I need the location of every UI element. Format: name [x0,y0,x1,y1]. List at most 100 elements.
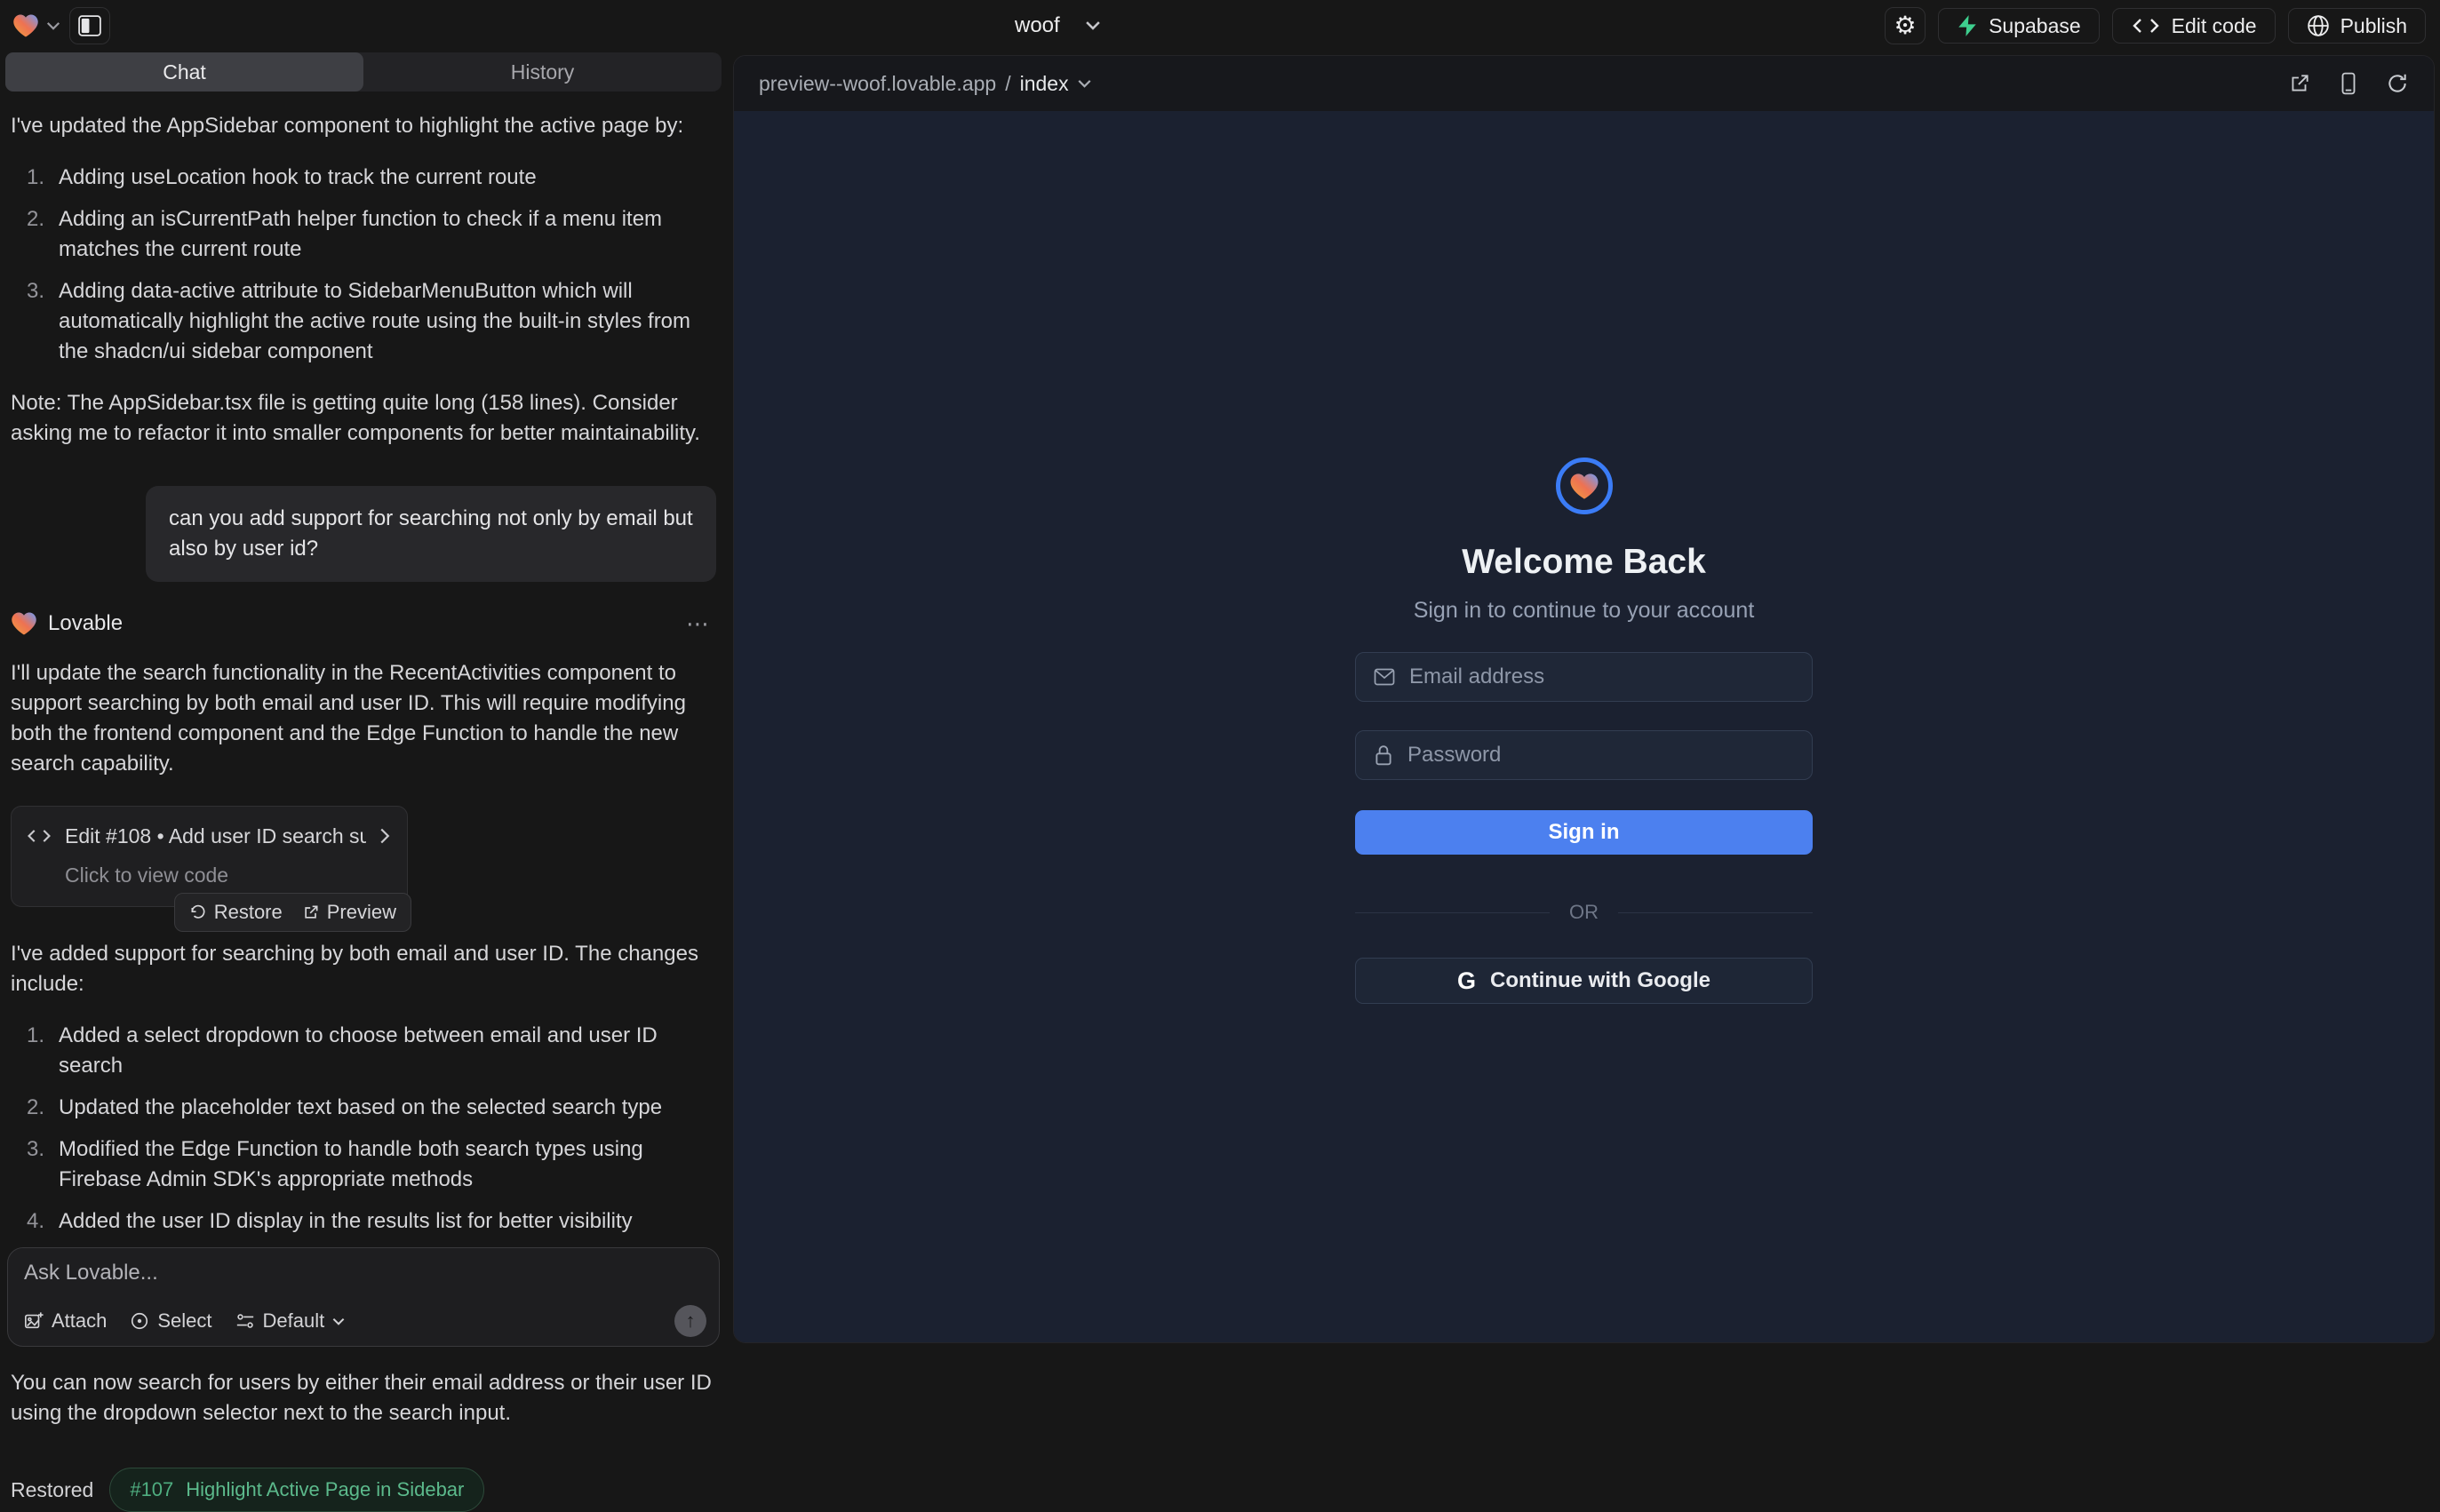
list-item: Modified the Edge Function to handle bot… [20,1134,716,1195]
preview-url-selector[interactable]: preview--woof.lovable.app / index [759,72,1091,96]
login-form: Welcome Back Sign in to continue to your… [1355,458,1813,1342]
preview-header: preview--woof.lovable.app / index [734,56,2434,111]
sign-in-button[interactable]: Sign in [1355,810,1813,855]
select-button[interactable]: Select [130,1309,211,1333]
user-message-bubble: can you add support for searching not on… [146,486,716,582]
arrow-up-icon: ↑ [686,1309,696,1333]
supabase-label: Supabase [1989,14,2081,38]
preview-page-name: index [1020,72,1069,96]
chat-input[interactable] [24,1261,703,1296]
publish-button[interactable]: Publish [2288,8,2426,44]
refresh-button[interactable] [2386,72,2409,95]
user-message-text: can you add support for searching not on… [169,506,693,561]
preview-button[interactable]: Preview [302,901,396,924]
chevron-down-icon [46,21,60,30]
chevron-down-icon [332,1317,345,1325]
envelope-icon [1374,668,1395,686]
or-label: OR [1569,901,1599,924]
chevron-down-icon [1078,79,1091,88]
restored-row: Restored #107 Highlight Active Page in S… [11,1468,716,1512]
assistant-list: Adding useLocation hook to track the cur… [20,163,716,367]
restored-version-title: Highlight Active Page in Sidebar [186,1475,464,1505]
supabase-button[interactable]: Supabase [1938,8,2100,44]
lovable-heart-icon [12,13,39,38]
chat-history-tabs: Chat History [5,52,722,92]
heart-icon [1569,473,1599,500]
restored-version-number: #107 [130,1475,173,1505]
email-field[interactable] [1409,664,1794,689]
assistant-paragraph: I've updated the AppSidebar component to… [11,111,716,141]
mobile-view-button[interactable] [2338,72,2359,95]
mode-selector[interactable]: Default [235,1309,346,1333]
preview-panel: preview--woof.lovable.app / index [733,55,2435,1343]
edit-card-title: Edit #108 • Add user ID search supp... [65,821,366,851]
preview-domain: preview--woof.lovable.app [759,72,996,96]
supabase-bolt-icon [1957,14,1978,37]
preview-app: Welcome Back Sign in to continue to your… [734,111,2434,1342]
publish-label: Publish [2340,14,2407,38]
attach-button[interactable]: Attach [24,1309,107,1333]
code-brackets-icon [2131,16,2161,36]
chevron-right-icon [379,827,391,845]
google-g-icon: G [1457,967,1476,995]
lock-icon [1374,744,1393,766]
tab-history[interactable]: History [363,52,722,92]
or-divider: OR [1355,901,1813,924]
sidebar-panel-icon [78,15,101,36]
password-field-wrapper [1355,730,1813,780]
edit-actions-pill: Restore Preview [174,893,411,932]
assistant-list: Added a select dropdown to choose betwee… [20,1021,716,1237]
top-bar: woof ⚙ Supabase Edit code Publish [0,0,2440,51]
password-field[interactable] [1407,743,1794,768]
divider-line [1355,912,1550,913]
edit-card-subtitle: Click to view code [65,860,391,890]
preview-label: Preview [327,901,396,924]
google-label: Continue with Google [1490,968,1710,993]
sidebar-toggle-button[interactable] [69,7,110,44]
list-item: Added a select dropdown to choose betwee… [20,1021,716,1081]
restore-button[interactable]: Restore [189,901,283,924]
attach-label: Attach [52,1309,107,1333]
refresh-icon [2386,72,2409,95]
assistant-paragraph: You can now search for users by either t… [11,1368,716,1428]
lovable-heart-icon [11,611,37,636]
assistant-paragraph: I'll update the search functionality in … [11,658,716,779]
open-in-new-tab-button[interactable] [2288,72,2311,95]
message-menu-icon[interactable]: ⋯ [686,609,716,639]
composer: Attach Select Default ↑ [7,1247,720,1347]
edit-card[interactable]: Edit #108 • Add user ID search supp... C… [11,806,408,907]
external-link-icon [302,903,320,921]
login-title: Welcome Back [1462,543,1706,582]
restore-label: Restore [214,901,283,924]
external-link-icon [2288,72,2311,95]
google-sign-in-button[interactable]: G Continue with Google [1355,958,1813,1004]
email-field-wrapper [1355,652,1813,702]
settings-button[interactable]: ⚙ [1885,7,1926,44]
app-logo [1556,458,1613,514]
edit-code-label: Edit code [2172,14,2257,38]
send-button[interactable]: ↑ [674,1305,706,1337]
select-target-icon [130,1311,149,1331]
mobile-phone-icon [2338,72,2359,95]
restored-label: Restored [11,1475,93,1505]
restored-version-pill[interactable]: #107 Highlight Active Page in Sidebar [109,1468,484,1512]
lovable-logo-menu[interactable] [12,13,60,38]
edit-card-wrapper: Edit #108 • Add user ID search supp... C… [11,806,408,907]
list-item: Adding data-active attribute to SidebarM… [20,276,716,367]
gear-icon: ⚙ [1894,13,1917,38]
login-subtitle: Sign in to continue to your account [1414,598,1755,624]
project-menu[interactable]: woof [1015,0,1101,51]
edit-code-button[interactable]: Edit code [2112,8,2276,44]
sliders-icon [235,1311,255,1331]
list-item: Adding an isCurrentPath helper function … [20,204,716,265]
mode-label: Default [263,1309,325,1333]
code-brackets-icon [26,827,52,845]
assistant-name: Lovable [48,609,123,639]
project-title: woof [1015,13,1060,38]
divider-line [1618,912,1813,913]
tab-chat[interactable]: Chat [5,52,363,92]
chat-panel: Chat History I've updated the AppSidebar… [0,51,727,1352]
globe-icon [2307,14,2330,37]
restore-icon [189,903,207,921]
assistant-note: Note: The AppSidebar.tsx file is getting… [11,388,716,449]
